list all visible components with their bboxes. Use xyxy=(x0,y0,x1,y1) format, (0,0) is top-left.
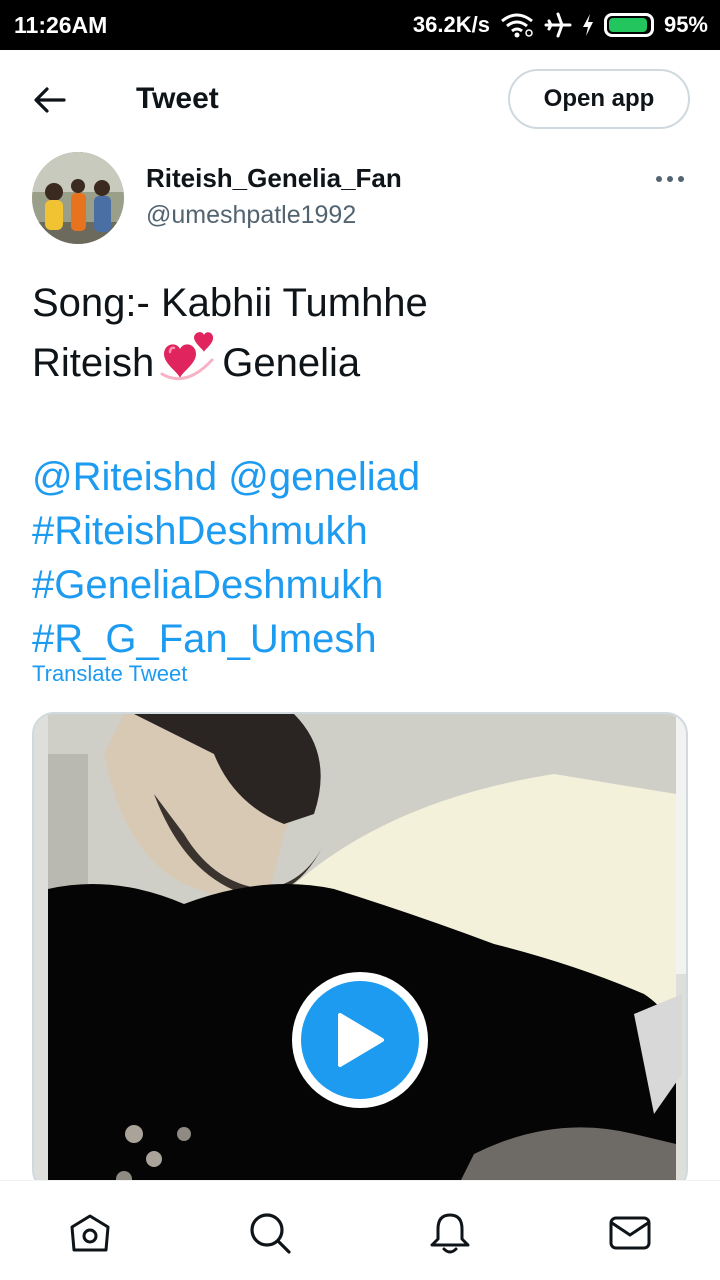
mention-link[interactable]: @Riteishd xyxy=(32,455,217,499)
top-header: Tweet Open app xyxy=(0,50,720,150)
search-icon xyxy=(250,1213,291,1254)
battery-level xyxy=(608,18,647,32)
status-bar: 11:26AM 36.2K/s 95% xyxy=(0,0,720,50)
avatar[interactable] xyxy=(32,152,124,244)
messages-icon xyxy=(609,1216,651,1250)
network-speed: 36.2K/s xyxy=(412,12,490,37)
charging-bolt-icon xyxy=(582,13,594,37)
hashtag-link[interactable]: #R_G_Fan_Umesh xyxy=(32,612,692,666)
more-options-button[interactable] xyxy=(650,164,690,194)
nav-notifications[interactable] xyxy=(428,1211,472,1255)
mention-link[interactable]: @geneliad xyxy=(228,455,420,499)
bottom-nav xyxy=(0,1180,720,1280)
tweet-line-2-after: Genelia xyxy=(222,341,361,385)
author-handle[interactable]: @umeshpatle1992 xyxy=(146,201,356,230)
nav-search[interactable] xyxy=(248,1211,292,1255)
play-button[interactable] xyxy=(292,972,428,1108)
video-media[interactable] xyxy=(32,712,688,1192)
nav-messages[interactable] xyxy=(608,1211,652,1255)
nav-home[interactable] xyxy=(68,1211,112,1255)
back-button[interactable] xyxy=(28,78,72,122)
tweet-line-2: Riteish Genelia xyxy=(32,330,692,396)
hashtag-link[interactable]: #GeneliaDeshmukh xyxy=(32,558,692,612)
more-dots-icon xyxy=(656,176,684,182)
home-icon xyxy=(70,1214,110,1252)
back-arrow-icon xyxy=(34,87,66,113)
airplane-icon xyxy=(544,11,572,39)
author-name[interactable]: Riteish_Genelia_Fan xyxy=(146,163,402,194)
two-hearts-icon xyxy=(160,330,216,396)
battery-percent: 95% xyxy=(663,12,708,37)
video-thumbnail xyxy=(34,714,686,1190)
notifications-icon xyxy=(430,1213,470,1254)
wifi-icon xyxy=(500,12,534,38)
translate-tweet-link[interactable]: Translate Tweet xyxy=(32,661,187,687)
mentions-line: @Riteishd @geneliad xyxy=(32,450,692,504)
tweet-line-2-before: Riteish xyxy=(32,341,155,385)
open-app-button[interactable]: Open app xyxy=(508,69,690,129)
page-title: Tweet xyxy=(136,82,219,115)
tweet-text: Song:- Kabhii Tumhhe Riteish Genelia @Ri… xyxy=(32,276,692,666)
tweet-line-1: Song:- Kabhii Tumhhe xyxy=(32,281,428,325)
battery-icon xyxy=(603,13,654,37)
status-time: 11:26AM xyxy=(14,12,108,38)
play-icon xyxy=(338,1013,384,1067)
status-right: 36.2K/s 95% xyxy=(413,10,708,40)
hashtag-link[interactable]: #RiteishDeshmukh xyxy=(32,504,692,558)
